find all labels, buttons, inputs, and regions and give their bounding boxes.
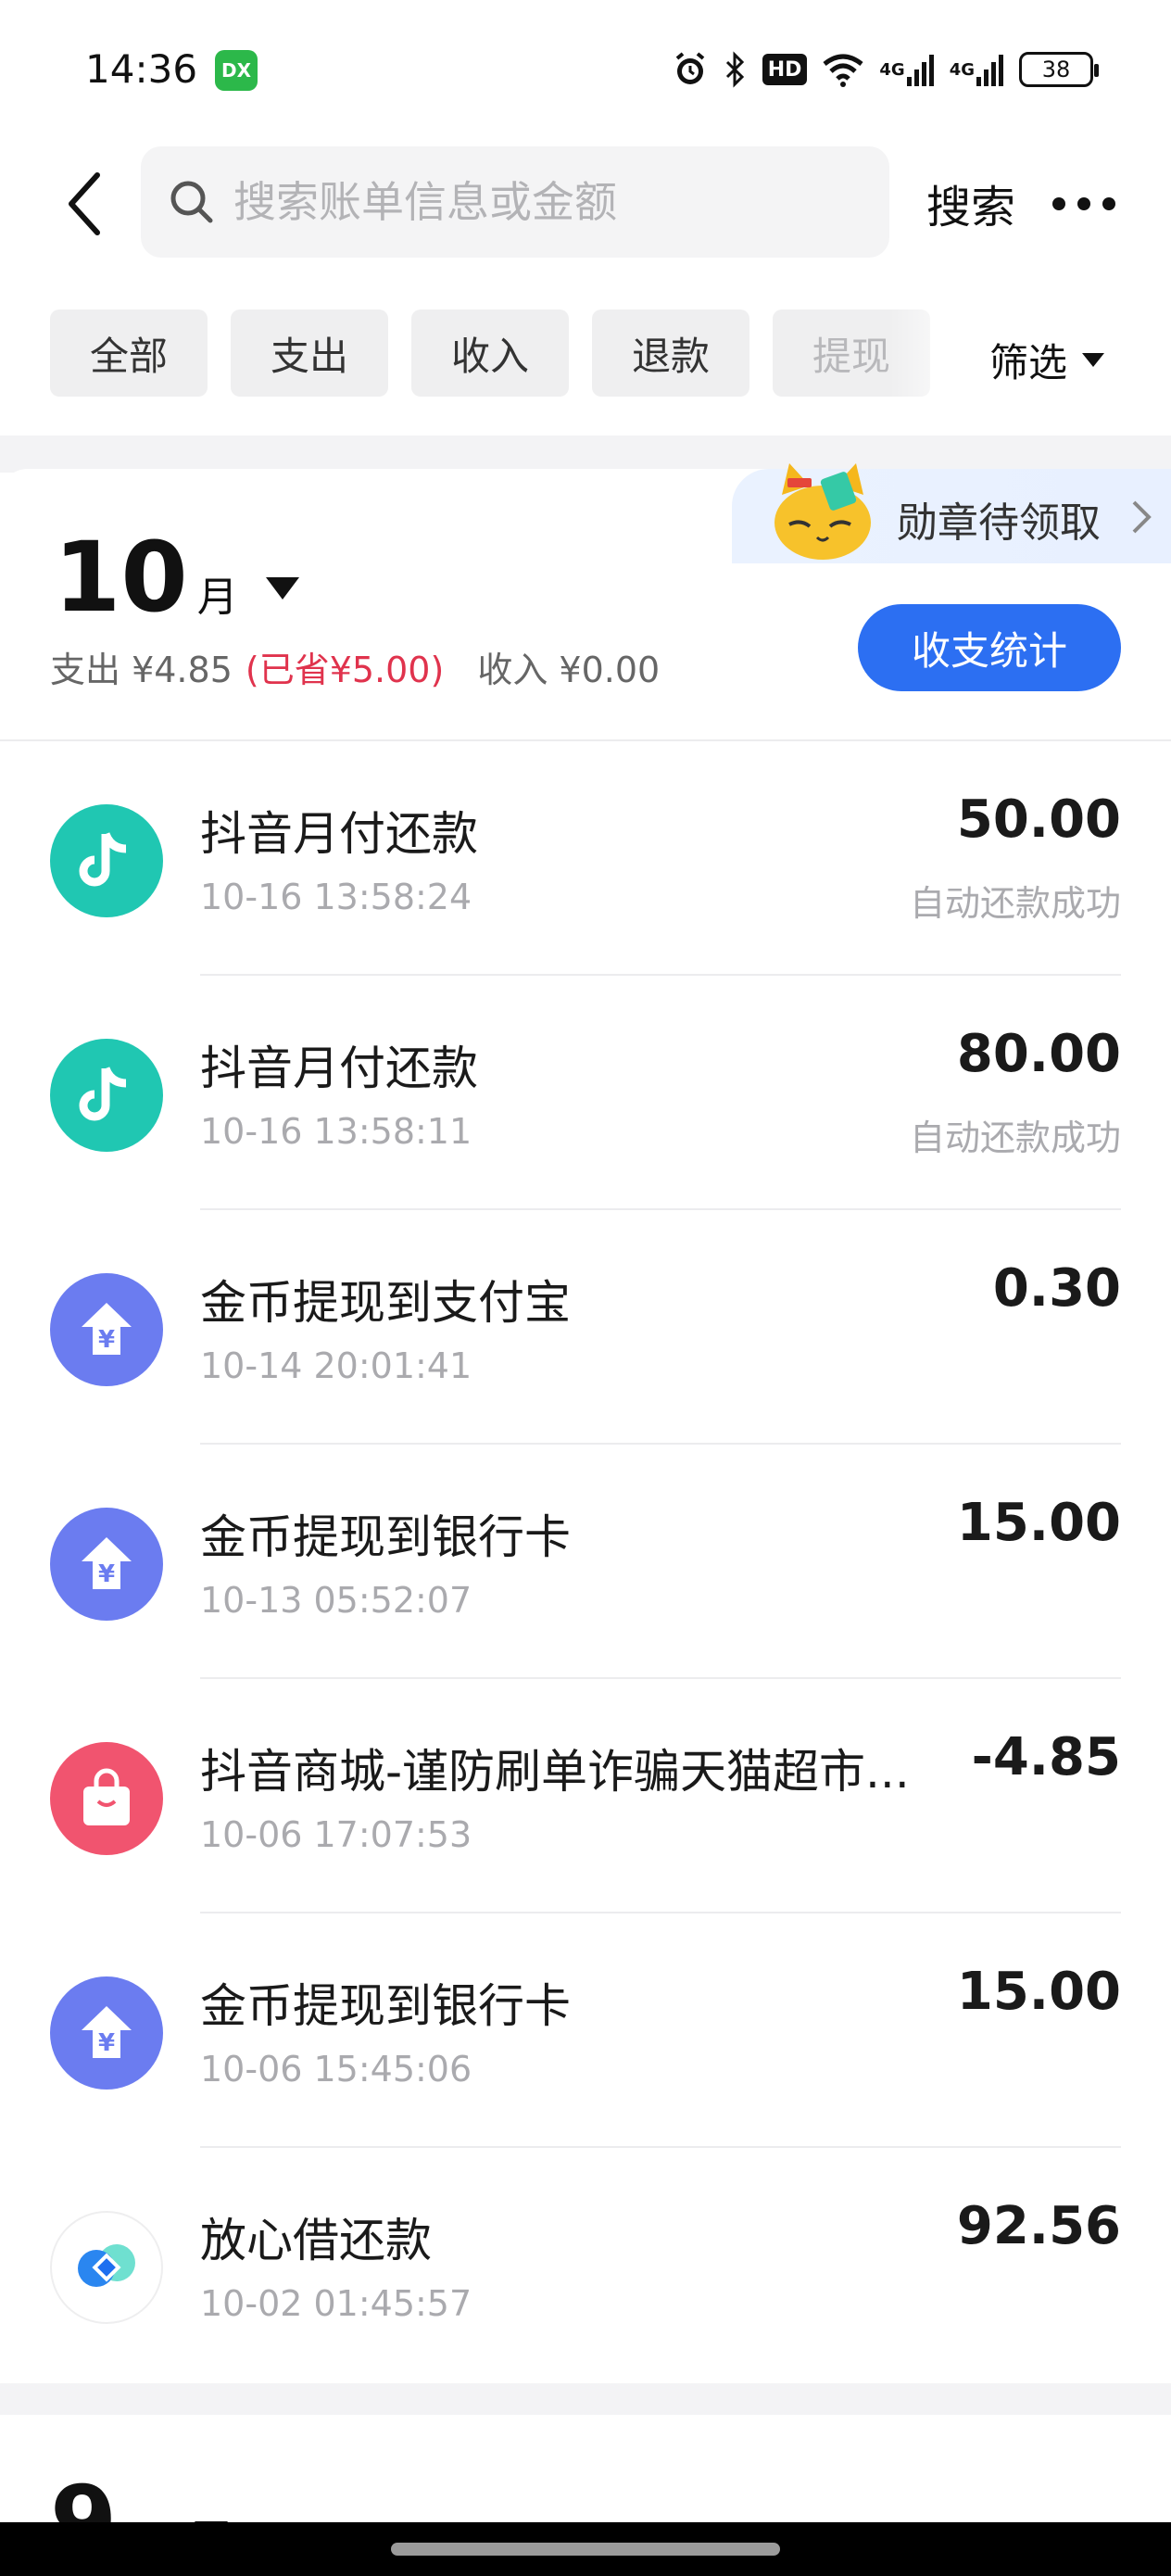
transaction-time: 10-16 13:58:11 — [200, 1111, 472, 1152]
transaction-row[interactable]: ¥ 金币提现到银行卡 10-06 15:45:06 15.00 — [0, 1913, 1171, 2148]
back-button[interactable] — [52, 167, 117, 241]
app-notification-icon: DX — [215, 50, 258, 91]
transaction-time: 10-02 01:45:57 — [200, 2283, 472, 2324]
month-selector[interactable]: 10 月 — [54, 521, 299, 634]
douyin-icon — [50, 804, 163, 917]
filter-dropdown-label: 筛选 — [989, 340, 1068, 385]
section-gap — [0, 2383, 1171, 2415]
battery-level: 38 — [1041, 57, 1071, 82]
filter-bar: 全部 支出 收入 退款 提现 筛选 — [0, 306, 1171, 398]
transaction-time: 10-06 15:45:06 — [200, 2049, 472, 2090]
transaction-title: 抖音商城-谨防刷单诈骗天猫超市... — [200, 1745, 910, 1799]
alarm-icon — [672, 48, 709, 91]
transaction-amount: 15.00 — [956, 1493, 1121, 1553]
chevron-right-icon — [1132, 500, 1152, 534]
battery-icon: 38 — [1019, 52, 1099, 87]
month-summary-card: 勋章待领取 10 月 支出 ¥4.85 (已省¥5.00) 收入 ¥0.00 收… — [0, 463, 1171, 739]
status-bar: 14:36 DX HD 4G 4G 38 — [0, 0, 1171, 139]
douyin-icon — [50, 1039, 163, 1152]
transaction-row[interactable]: 抖音月付还款 10-16 13:58:24 50.00 自动还款成功 — [0, 741, 1171, 976]
more-dot-icon — [1102, 197, 1115, 210]
transaction-row[interactable]: 抖音商城-谨防刷单诈骗天猫超市... 10-06 17:07:53 -4.85 — [0, 1679, 1171, 1913]
header: 搜索 — [0, 139, 1171, 269]
chip-fade-overlay — [889, 306, 973, 398]
caret-down-icon — [1082, 353, 1105, 367]
wifi-icon — [822, 48, 864, 91]
saved-amount: (已省¥5.00) — [245, 650, 445, 690]
filter-chip-refund[interactable]: 退款 — [592, 309, 749, 397]
transaction-row[interactable]: 抖音月付还款 10-16 13:58:11 80.00 自动还款成功 — [0, 976, 1171, 1210]
transaction-status: 自动还款成功 — [909, 1118, 1121, 1158]
fangxinjie-icon — [50, 2211, 163, 2324]
status-time: 14:36 — [85, 46, 198, 92]
transaction-amount: 50.00 — [956, 789, 1121, 850]
month-totals: 支出 ¥4.85 (已省¥5.00) 收入 ¥0.00 — [50, 641, 660, 692]
svg-text:¥: ¥ — [98, 1560, 115, 1588]
medal-banner[interactable]: 勋章待领取 — [732, 463, 1171, 563]
search-icon — [170, 181, 213, 223]
network-type-label-2: 4G — [949, 59, 975, 80]
signal-icon-2: 4G — [950, 48, 1004, 91]
cat-mascot-icon — [774, 463, 871, 560]
transaction-title: 抖音月付还款 — [200, 807, 478, 861]
month-unit: 月 — [196, 574, 238, 621]
network-type-label: 4G — [879, 59, 905, 80]
transaction-amount: 92.56 — [956, 2196, 1121, 2256]
stats-button[interactable]: 收支统计 — [858, 604, 1121, 691]
transaction-row[interactable]: ¥ 金币提现到支付宝 10-14 20:01:41 0.30 — [0, 1210, 1171, 1445]
transaction-title: 放心借还款 — [200, 2214, 432, 2267]
bluetooth-icon — [724, 48, 748, 91]
transaction-row[interactable]: 放心借还款 10-02 01:45:57 92.56 — [0, 2148, 1171, 2382]
search-button[interactable]: 搜索 — [926, 170, 1015, 235]
hd-icon: HD — [762, 54, 808, 85]
transaction-time: 10-13 05:52:07 — [200, 1580, 472, 1621]
transaction-status: 自动还款成功 — [909, 883, 1121, 924]
home-indicator[interactable] — [391, 2543, 780, 2556]
more-dot-icon — [1077, 197, 1090, 210]
expense-total: 支出 ¥4.85 — [50, 650, 233, 690]
status-icons: HD 4G 4G 38 — [672, 48, 1099, 91]
withdraw-icon: ¥ — [50, 1273, 163, 1386]
transaction-time: 10-14 20:01:41 — [200, 1345, 472, 1386]
filter-chip-expense[interactable]: 支出 — [231, 309, 388, 397]
shopping-bag-icon — [50, 1742, 163, 1855]
more-options-button[interactable] — [1052, 195, 1117, 213]
transaction-amount: 0.30 — [992, 1258, 1121, 1319]
income-total: 收入 ¥0.00 — [477, 650, 661, 690]
svg-text:¥: ¥ — [98, 1326, 115, 1354]
withdraw-icon: ¥ — [50, 1508, 163, 1621]
transaction-amount: 15.00 — [956, 1962, 1121, 2022]
more-dot-icon — [1052, 197, 1065, 210]
month-number: 10 — [54, 521, 188, 634]
withdraw-icon: ¥ — [50, 1976, 163, 2090]
transaction-title: 抖音月付还款 — [200, 1042, 478, 1095]
filter-chip-all[interactable]: 全部 — [50, 309, 208, 397]
filter-dropdown[interactable]: 筛选 — [989, 332, 1105, 388]
gesture-nav-bar — [0, 2522, 1171, 2576]
signal-icon: 4G — [879, 48, 934, 91]
search-box[interactable] — [141, 146, 889, 258]
transaction-amount: 80.00 — [956, 1024, 1121, 1084]
svg-text:¥: ¥ — [98, 2029, 115, 2057]
transaction-title: 金币提现到支付宝 — [200, 1276, 571, 1330]
transaction-time: 10-06 17:07:53 — [200, 1814, 472, 1855]
medal-banner-text: 勋章待领取 — [897, 499, 1101, 547]
transaction-row[interactable]: ¥ 金币提现到银行卡 10-13 05:52:07 15.00 — [0, 1445, 1171, 1679]
caret-down-icon — [265, 577, 299, 600]
transaction-title: 金币提现到银行卡 — [200, 1510, 571, 1564]
section-gap — [0, 436, 1171, 473]
transaction-time: 10-16 13:58:24 — [200, 877, 472, 917]
filter-chip-income[interactable]: 收入 — [411, 309, 569, 397]
transaction-title: 金币提现到银行卡 — [200, 1979, 571, 2033]
back-arrow-icon — [69, 172, 100, 235]
transaction-amount: -4.85 — [971, 1727, 1121, 1787]
search-input[interactable] — [233, 177, 863, 227]
